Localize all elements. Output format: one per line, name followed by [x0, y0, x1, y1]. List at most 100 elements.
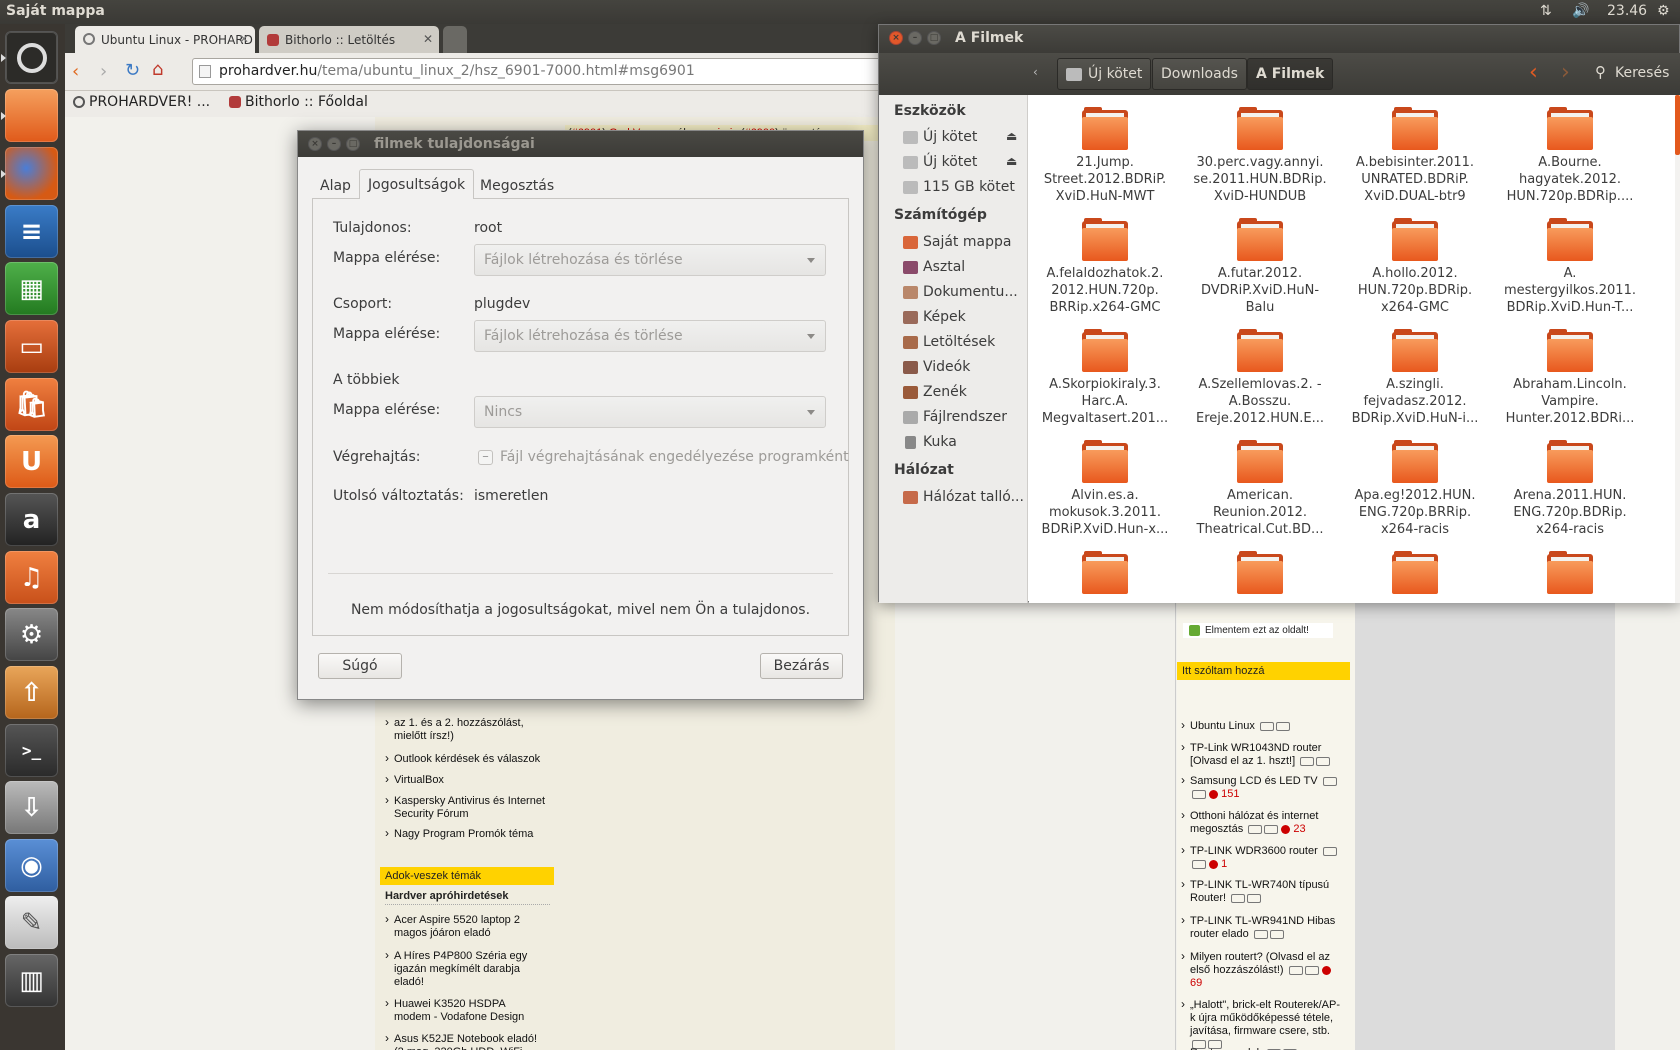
clock[interactable]: 23.46: [1607, 3, 1647, 19]
terminal-icon[interactable]: >_: [5, 724, 58, 777]
topic-action-icon[interactable]: [1192, 789, 1206, 799]
amazon-icon[interactable]: a: [5, 493, 58, 546]
ad-item[interactable]: Acer Aspire 5520 laptop 2 magos jóáron e…: [385, 913, 544, 940]
topic-title[interactable]: Samsung LCD és LED TV: [1190, 775, 1318, 787]
list-item[interactable]: Nagy Program Promók téma: [385, 827, 564, 841]
close-icon[interactable]: ×: [889, 31, 903, 45]
sidebar-item-downloads[interactable]: Letöltések: [903, 334, 995, 350]
ad-item[interactable]: A Híres P4P800 Széria egy igazán megkímé…: [385, 949, 544, 989]
topic-action-icon[interactable]: [1259, 721, 1274, 731]
folder-item[interactable]: 30.perc.vagy.annyi. se.2011.HUN.BDRip. Xvi…: [1190, 107, 1330, 205]
ad-item[interactable]: Asus K52JE Notebook eladó! (2 mag, 320Gb…: [385, 1032, 544, 1050]
chromium-icon[interactable]: ◉: [5, 839, 58, 892]
update-manager-icon[interactable]: ⇧: [5, 666, 58, 719]
eject-icon[interactable]: ⏏: [1006, 129, 1017, 143]
itt-szoltam-heading[interactable]: Itt szóltam hozzá: [1177, 662, 1350, 680]
others-access-select[interactable]: Nincs: [474, 396, 826, 428]
dash-home-icon[interactable]: [5, 31, 58, 84]
topic-title[interactable]: Ubuntu Linux: [1190, 720, 1255, 732]
topic-title[interactable]: „Halott", brick-elt Routerek/AP-k újra m…: [1190, 999, 1340, 1037]
crumb-downloads[interactable]: Downloads: [1152, 58, 1247, 90]
folder-item[interactable]: Apa.eg!2012.HUN. ENG.720p.BRRip. x264-raci…: [1345, 440, 1485, 538]
folder-item[interactable]: A.Skorpiokiraly.3. Harc.A. Megvaltasert.20…: [1035, 329, 1175, 427]
folder-item[interactable]: Alvin.es.a. mokusok.3.2011. BDRiP.XviD.Hun…: [1035, 440, 1175, 538]
topic-item[interactable]: TP-Link WR1043ND router [Olvasd el az 1.…: [1181, 741, 1340, 768]
sidebar-item-desktop[interactable]: Asztal: [903, 259, 965, 275]
minimize-icon[interactable]: –: [908, 31, 922, 45]
topic-action-icon[interactable]: [1316, 756, 1331, 766]
topic-action-icon[interactable]: [1300, 756, 1315, 766]
list-item[interactable]: Outlook kérdések és válaszok: [385, 752, 564, 766]
eject-icon[interactable]: ⏏: [1006, 154, 1017, 168]
folder-item[interactable]: A.bebisinter.2011. UNRATED.BDRiP. XviD.DUA…: [1345, 107, 1485, 205]
folder-item[interactable]: Abraham.Lincoln. Vampire. Hunter.2012.BDRi…: [1500, 329, 1640, 427]
exec-checkbox[interactable]: –: [478, 450, 493, 465]
topic-action-icon[interactable]: [1288, 965, 1303, 975]
topic-action-icon[interactable]: [1322, 846, 1337, 856]
reload-icon[interactable]: ↻: [125, 60, 140, 81]
close-button[interactable]: Bezárás: [760, 653, 843, 679]
crumb-a-filmek[interactable]: A Filmek: [1247, 58, 1334, 90]
topic-action-icon[interactable]: [1247, 893, 1262, 903]
owner-access-select[interactable]: Fájlok létrehozása és törlése: [474, 244, 826, 276]
folder-item[interactable]: [1190, 551, 1330, 598]
sidebar-item-music[interactable]: Zenék: [903, 384, 967, 400]
forward-icon[interactable]: ›: [100, 61, 107, 82]
sidebar-item-uj-kotet-1[interactable]: Új kötet: [903, 129, 977, 145]
topic-action-icon[interactable]: [1304, 965, 1319, 975]
group-access-select[interactable]: Fájlok létrehozása és törlése: [474, 320, 826, 352]
ubuntu-one-icon[interactable]: U: [5, 435, 58, 488]
sidebar-item-network[interactable]: Hálózat talló...: [903, 489, 1024, 505]
minimize-icon[interactable]: –: [327, 137, 341, 151]
text-editor-icon[interactable]: ✎: [5, 896, 58, 949]
tab-bithorlo[interactable]: Bithorlo :: Letöltés ✕: [259, 26, 439, 53]
topic-item[interactable]: Ubuntu Linux: [1181, 719, 1340, 733]
maximize-icon[interactable]: □: [346, 137, 360, 151]
folder-item[interactable]: A.felaldozhatok.2. 2012.HUN.720p. BRRip.x2…: [1035, 218, 1175, 316]
close-icon[interactable]: ×: [308, 137, 322, 151]
topic-item[interactable]: TP-LINK WDR3600 router 1: [1181, 844, 1340, 871]
close-tab-icon[interactable]: ✕: [423, 32, 433, 46]
sidebar-item-documents[interactable]: Dokumentu...: [903, 284, 1018, 300]
files-icon[interactable]: [5, 89, 58, 142]
hardver-heading[interactable]: Hardver apróhirdetések: [385, 890, 550, 905]
topic-item[interactable]: Samsung LCD és LED TV 151: [1181, 774, 1340, 801]
folder-item[interactable]: A.futar.2012. DVDRiP.XviD.HuN- Balu: [1190, 218, 1330, 316]
music-store-icon[interactable]: ♫: [5, 551, 58, 604]
search-button[interactable]: Keresés: [1615, 65, 1669, 81]
folder-item[interactable]: A.Szellemlovas.2. - A.Bosszu. Ereje.2012.H…: [1190, 329, 1330, 427]
transmission-icon[interactable]: ⇩: [5, 781, 58, 834]
topic-action-icon[interactable]: [1264, 824, 1279, 834]
sidebar-item-115gb[interactable]: 115 GB kötet: [903, 179, 1015, 195]
sidebar-item-pictures[interactable]: Képek: [903, 309, 966, 325]
home-icon[interactable]: ⌂: [152, 59, 163, 80]
folder-item[interactable]: A. mestergyilkos.2011. BDRip.XviD.Hun-T...: [1500, 218, 1640, 316]
tab-alap[interactable]: Alap: [312, 173, 359, 199]
bookmark-prohardver[interactable]: PROHARDVER! ...: [89, 94, 210, 110]
sidebar-item-trash[interactable]: Kuka: [903, 434, 957, 450]
folder-item[interactable]: [1345, 551, 1485, 598]
forward-icon[interactable]: ›: [1561, 60, 1570, 85]
scroll-left-icon[interactable]: ‹: [1033, 65, 1038, 79]
topic-item[interactable]: Otthoni hálózat és internet megosztás 23: [1181, 809, 1340, 836]
volume-icon[interactable]: 🔊: [1572, 3, 1589, 19]
firefox-icon[interactable]: [5, 147, 58, 200]
crumb-uj-kotet[interactable]: Új kötet: [1057, 58, 1152, 90]
topic-action-icon[interactable]: [1231, 893, 1246, 903]
tab-prohardver[interactable]: Ubuntu Linux - PROHARD ✕: [75, 26, 255, 53]
tab-jogosultsagok[interactable]: Jogosultságok: [359, 169, 475, 199]
back-icon[interactable]: ‹: [1529, 60, 1538, 85]
list-item[interactable]: VirtualBox: [385, 773, 564, 787]
saved-page-link[interactable]: Elmentem ezt az oldalt!: [1183, 623, 1333, 638]
topic-item[interactable]: „Halott", brick-elt Routerek/AP-k újra m…: [1181, 998, 1340, 1050]
help-button[interactable]: Súgó: [318, 653, 402, 679]
folder-item[interactable]: [1500, 551, 1640, 598]
tab-megosztas[interactable]: Megosztás: [472, 173, 562, 199]
folder-item[interactable]: A.hollo.2012. HUN.720p.BDRip. x264-GMC: [1345, 218, 1485, 316]
system-settings-icon[interactable]: ⚙: [5, 608, 58, 661]
topic-action-icon[interactable]: [1275, 721, 1290, 731]
sidebar-item-filesystem[interactable]: Fájlrendszer: [903, 409, 1007, 425]
sidebar-item-home[interactable]: Saját mappa: [903, 234, 1011, 250]
sidebar-item-uj-kotet-2[interactable]: Új kötet: [903, 154, 977, 170]
back-icon[interactable]: ‹: [72, 61, 79, 82]
